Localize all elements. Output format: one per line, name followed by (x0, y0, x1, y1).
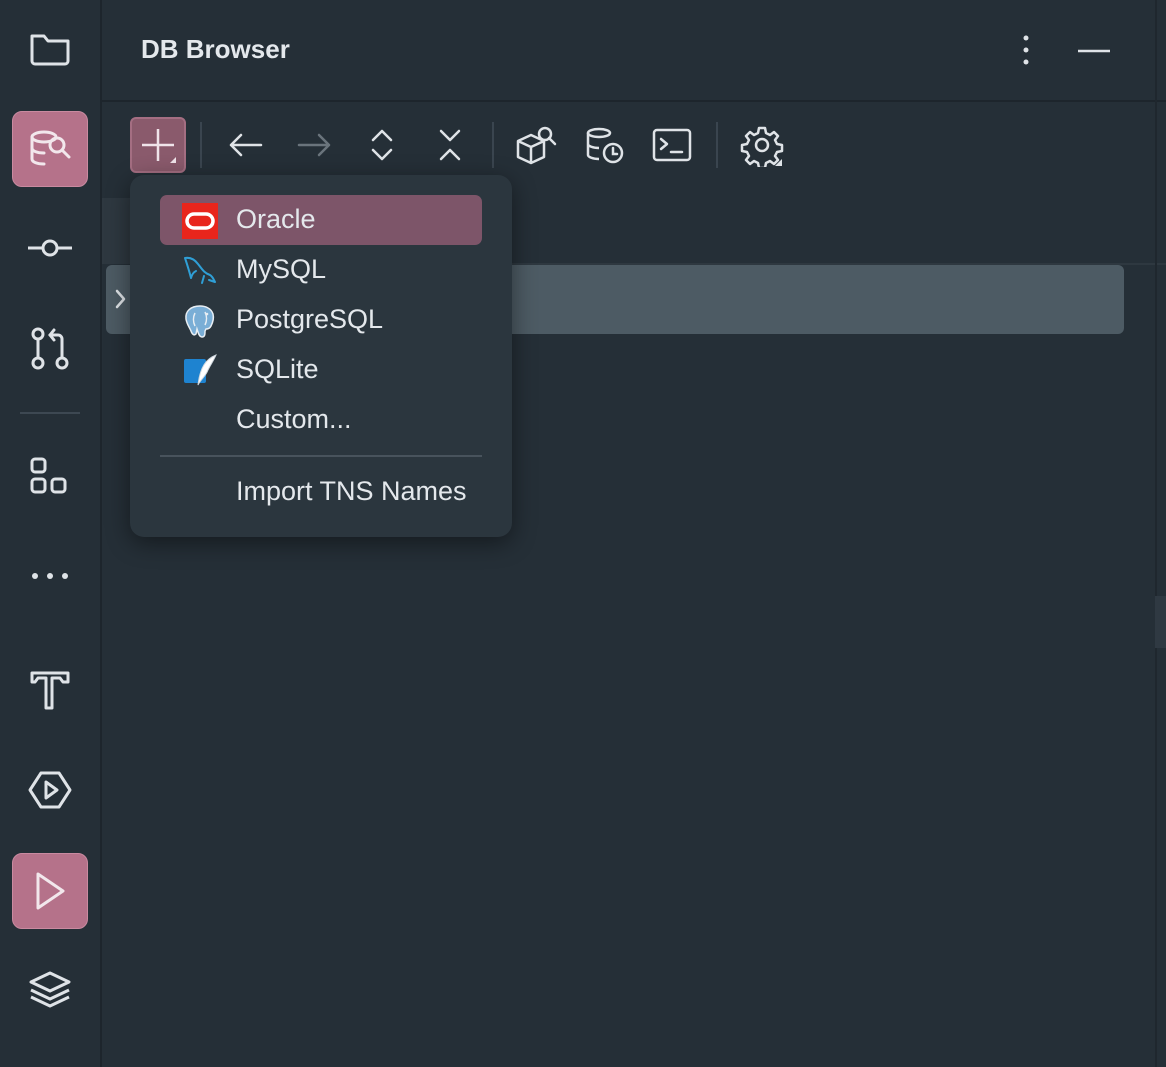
menu-item-postgresql[interactable]: PostgreSQL (160, 295, 482, 345)
minimize-icon (1078, 49, 1110, 53)
settings-icon (740, 126, 784, 167)
panel-header: DB Browser (102, 0, 1166, 102)
menu-item-label: SQLite (236, 354, 319, 384)
add-icon (142, 129, 176, 163)
menu-item-label: Import TNS Names (236, 476, 467, 506)
back-arrow-icon (229, 133, 263, 157)
sidebar-divider (20, 412, 80, 414)
oracle-icon (182, 203, 218, 239)
settings-button[interactable] (734, 117, 790, 173)
forward-arrow-icon (297, 133, 331, 157)
services-icon (28, 771, 72, 809)
db-browser-icon (30, 130, 71, 166)
back-button[interactable] (218, 117, 274, 173)
menu-item-import-tns[interactable]: Import TNS Names (160, 467, 482, 517)
menu-item-custom[interactable]: Custom... (160, 395, 482, 445)
add-connection-button[interactable] (130, 117, 186, 173)
sql-console-button[interactable] (644, 117, 700, 173)
menu-item-label: Custom... (236, 404, 352, 434)
more-vertical-icon (1023, 35, 1029, 65)
services-button[interactable] (12, 752, 88, 828)
more-tools-button[interactable] (12, 538, 88, 614)
commit-icon (28, 239, 72, 257)
toolbar-divider (716, 122, 718, 168)
panel-edge (1155, 0, 1157, 1067)
postgresql-icon (185, 305, 215, 338)
new-connection-menu: Oracle MySQL PostgreSQL SQLite Custom...… (130, 175, 512, 537)
layers-icon (29, 971, 71, 1008)
find-object-icon (516, 126, 557, 165)
menu-item-label: PostgreSQL (236, 304, 384, 334)
menu-divider (160, 455, 482, 457)
sqlite-icon (184, 354, 217, 386)
pull-request-icon (31, 327, 69, 370)
menu-item-label: MySQL (236, 254, 327, 284)
menu-item-oracle[interactable]: Oracle (160, 195, 482, 245)
menu-item-label: Oracle (236, 204, 316, 234)
menu-item-sqlite[interactable]: SQLite (160, 345, 482, 395)
collapse-all-button[interactable] (422, 117, 478, 173)
expand-all-button[interactable] (354, 117, 410, 173)
project-button[interactable] (12, 10, 88, 86)
build-hammer-icon (30, 671, 70, 710)
scrollbar-thumb[interactable] (1155, 596, 1166, 648)
expand-all-icon (371, 129, 393, 161)
history-button[interactable] (576, 117, 632, 173)
find-object-button[interactable] (508, 117, 564, 173)
commit-button[interactable] (12, 210, 88, 286)
folder-icon (30, 34, 70, 66)
history-icon (586, 127, 624, 164)
toolbar-divider (492, 122, 494, 168)
options-button[interactable] (1004, 28, 1048, 72)
forward-button[interactable] (286, 117, 342, 173)
run-button[interactable] (12, 853, 88, 929)
panel-title: DB Browser (141, 34, 290, 64)
hide-panel-button[interactable] (1072, 28, 1116, 72)
collapse-all-icon (439, 129, 461, 161)
build-button[interactable] (12, 652, 88, 728)
mysql-icon (184, 256, 216, 284)
tool-window-sidebar (0, 0, 102, 1067)
toolbar-divider (200, 122, 202, 168)
plugins-button[interactable] (12, 438, 88, 514)
db-browser-button[interactable] (12, 111, 88, 187)
more-icon (32, 573, 68, 579)
layers-button[interactable] (12, 952, 88, 1028)
plugins-icon (30, 457, 67, 494)
pull-requests-button[interactable] (12, 310, 88, 386)
run-icon (36, 872, 65, 910)
console-icon (652, 128, 692, 162)
menu-item-mysql[interactable]: MySQL (160, 245, 482, 295)
